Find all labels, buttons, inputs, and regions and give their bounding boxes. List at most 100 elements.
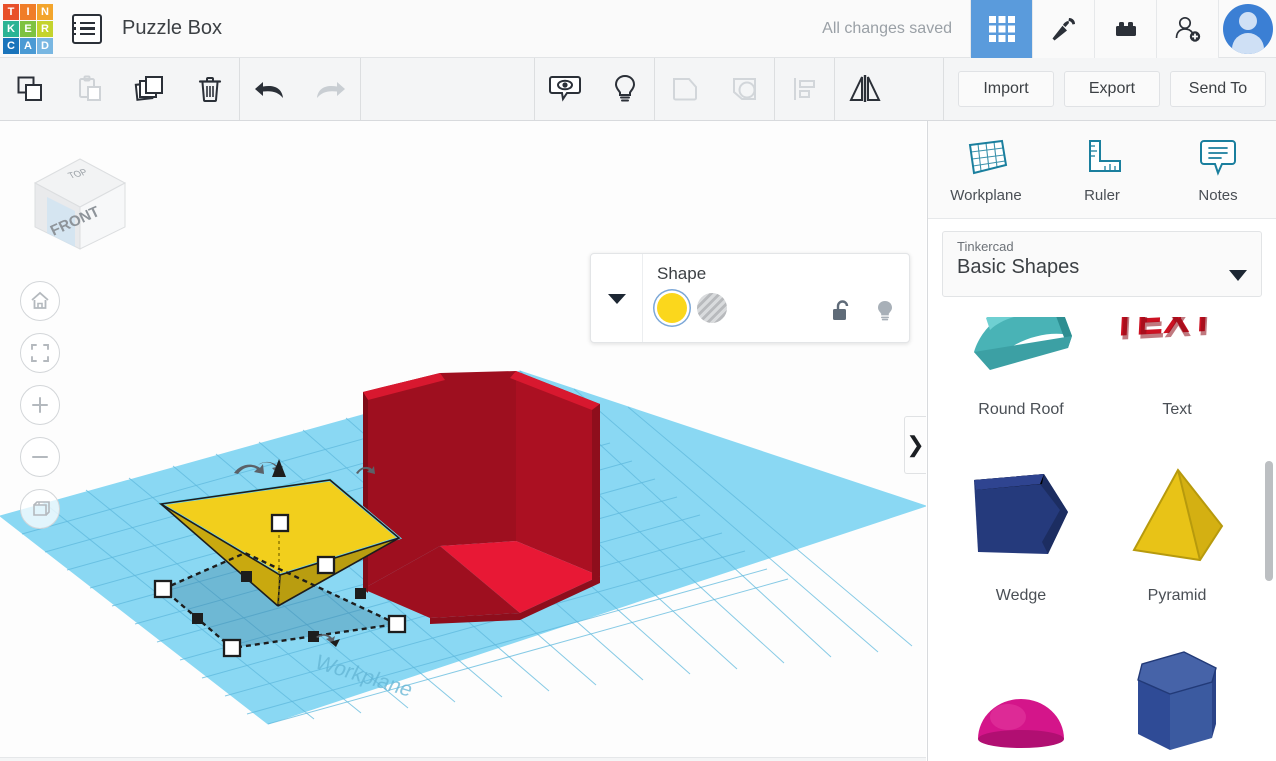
light-toggle-button[interactable] xyxy=(875,299,895,328)
export-button[interactable]: Export xyxy=(1064,71,1160,107)
design-canvas[interactable]: Workplane xyxy=(0,121,926,761)
pickaxe-minecraft-icon[interactable] xyxy=(1032,0,1094,58)
notes-bubble-icon xyxy=(1194,135,1242,181)
mirror-button[interactable] xyxy=(835,58,895,120)
delete-button[interactable] xyxy=(180,58,240,120)
user-avatar-image xyxy=(1223,4,1273,54)
shape-panel-collapse-button[interactable] xyxy=(591,254,643,342)
add-user-icon[interactable] xyxy=(1156,0,1218,58)
ruler-icon xyxy=(1078,135,1126,181)
delete-trash-icon xyxy=(195,74,225,104)
align-button[interactable] xyxy=(775,58,835,120)
shapes-library-grid[interactable]: Round Roof TEXT TEXT Text xyxy=(928,317,1276,761)
blocks-grid-icon[interactable] xyxy=(970,0,1032,58)
redo-button[interactable] xyxy=(300,58,360,120)
hamburger-list-icon xyxy=(80,22,95,36)
home-view-icon xyxy=(29,290,51,312)
fit-to-view-button[interactable] xyxy=(20,333,60,373)
toolbar-divider xyxy=(360,58,361,120)
unlock-button[interactable] xyxy=(831,299,853,328)
ortho-perspective-toggle-icon xyxy=(29,498,51,520)
svg-text:TEXT: TEXT xyxy=(1113,317,1218,349)
mirror-flip-icon xyxy=(845,73,885,105)
tinkercad-logo[interactable]: TINKERCAD xyxy=(3,4,53,54)
u-channel-object[interactable] xyxy=(363,371,600,624)
top-bar: TINKERCAD Puzzle Box All changes saved xyxy=(0,0,1276,58)
edit-toolbar: Import Export Send To xyxy=(0,58,1276,121)
group-icon xyxy=(669,74,701,104)
right-panel-tools: Workplane Ruler xyxy=(928,121,1276,219)
lego-brick-icon[interactable] xyxy=(1094,0,1156,58)
shape-panel-title: Shape xyxy=(657,264,895,284)
logo-tile-n: N xyxy=(37,4,53,20)
zoom-in-button[interactable] xyxy=(20,385,60,425)
workplane-grid-icon xyxy=(962,135,1010,181)
lightbulb-button[interactable] xyxy=(595,58,655,120)
workplane-tool[interactable]: Workplane xyxy=(940,135,1032,204)
logo-tile-a: A xyxy=(20,38,36,54)
shape-item-round-roof[interactable]: Round Roof xyxy=(943,317,1099,427)
zoom-out-button[interactable] xyxy=(20,437,60,477)
duplicate-icon xyxy=(134,74,166,104)
shapes-scrollbar-thumb[interactable] xyxy=(1265,461,1273,581)
right-panel: Workplane Ruler xyxy=(927,121,1276,761)
send-to-button[interactable]: Send To xyxy=(1170,71,1266,107)
wedge-shape-thumb xyxy=(943,443,1099,587)
dome-shape-thumb xyxy=(943,629,1099,761)
unlock-icon xyxy=(831,299,853,323)
show-hide-button[interactable] xyxy=(535,58,595,120)
undo-icon xyxy=(252,74,288,104)
collapse-panel-tab[interactable]: ❯ xyxy=(904,416,926,474)
logo-tile-i: I xyxy=(20,4,36,20)
shape-item-text[interactable]: TEXT TEXT Text xyxy=(1099,317,1255,427)
chevron-down-icon xyxy=(1229,268,1247,286)
collapse-caret-icon xyxy=(604,290,630,306)
canvas-footer xyxy=(0,757,926,761)
logo-tile-t: T xyxy=(3,4,19,20)
shape-item-pyramid[interactable]: Pyramid xyxy=(1099,443,1255,613)
copy-button[interactable] xyxy=(0,58,60,120)
shape-item-hexagon-prism[interactable] xyxy=(1099,617,1255,761)
view-cube[interactable]: TOP FRONT xyxy=(25,151,135,261)
avatar[interactable] xyxy=(1218,0,1276,58)
logo-tile-k: K xyxy=(3,21,19,37)
duplicate-button[interactable] xyxy=(120,58,180,120)
shape-item-dome[interactable] xyxy=(943,629,1099,761)
logo-tile-r: R xyxy=(37,21,53,37)
shape-panel-body: Shape xyxy=(643,254,909,342)
copy-icon xyxy=(15,74,45,104)
shape-item-label: Round Roof xyxy=(978,401,1063,427)
lightbulb-icon xyxy=(875,299,895,323)
shape-item-label: Pyramid xyxy=(1148,587,1207,613)
shape-library-dropdown-label: Tinkercad xyxy=(957,239,1247,254)
shape-library-dropdown-value: Basic Shapes xyxy=(957,256,1247,279)
text-shape-thumb: TEXT TEXT xyxy=(1099,317,1255,401)
shape-item-label: Wedge xyxy=(996,587,1046,613)
hole-swatch[interactable] xyxy=(697,293,727,323)
view-nav-buttons xyxy=(20,281,60,541)
project-menu-button[interactable] xyxy=(72,14,102,44)
zoom-in-icon xyxy=(29,394,51,416)
3d-scene[interactable]: Workplane xyxy=(0,121,926,761)
redo-icon xyxy=(312,74,348,104)
align-icon xyxy=(790,74,820,104)
logo-tile-d: D xyxy=(37,38,53,54)
ruler-tool[interactable]: Ruler xyxy=(1056,135,1148,204)
shape-library-dropdown[interactable]: Tinkercad Basic Shapes xyxy=(942,231,1262,297)
page-title: Puzzle Box xyxy=(122,17,222,40)
notes-tool-label: Notes xyxy=(1198,187,1237,204)
ungroup-button[interactable] xyxy=(715,58,775,120)
logo-tile-c: C xyxy=(3,38,19,54)
home-view-button[interactable] xyxy=(20,281,60,321)
ortho-perspective-button[interactable] xyxy=(20,489,60,529)
paste-button[interactable] xyxy=(60,58,120,120)
group-button[interactable] xyxy=(655,58,715,120)
solid-color-swatch[interactable] xyxy=(657,293,687,323)
shape-properties-panel: Shape xyxy=(590,253,910,343)
shape-item-wedge[interactable]: Wedge xyxy=(943,443,1099,613)
undo-button[interactable] xyxy=(240,58,300,120)
workplane-tool-label: Workplane xyxy=(950,187,1021,204)
notes-tool[interactable]: Notes xyxy=(1172,135,1264,204)
import-button[interactable]: Import xyxy=(958,71,1054,107)
shape-item-label: Text xyxy=(1162,401,1191,427)
